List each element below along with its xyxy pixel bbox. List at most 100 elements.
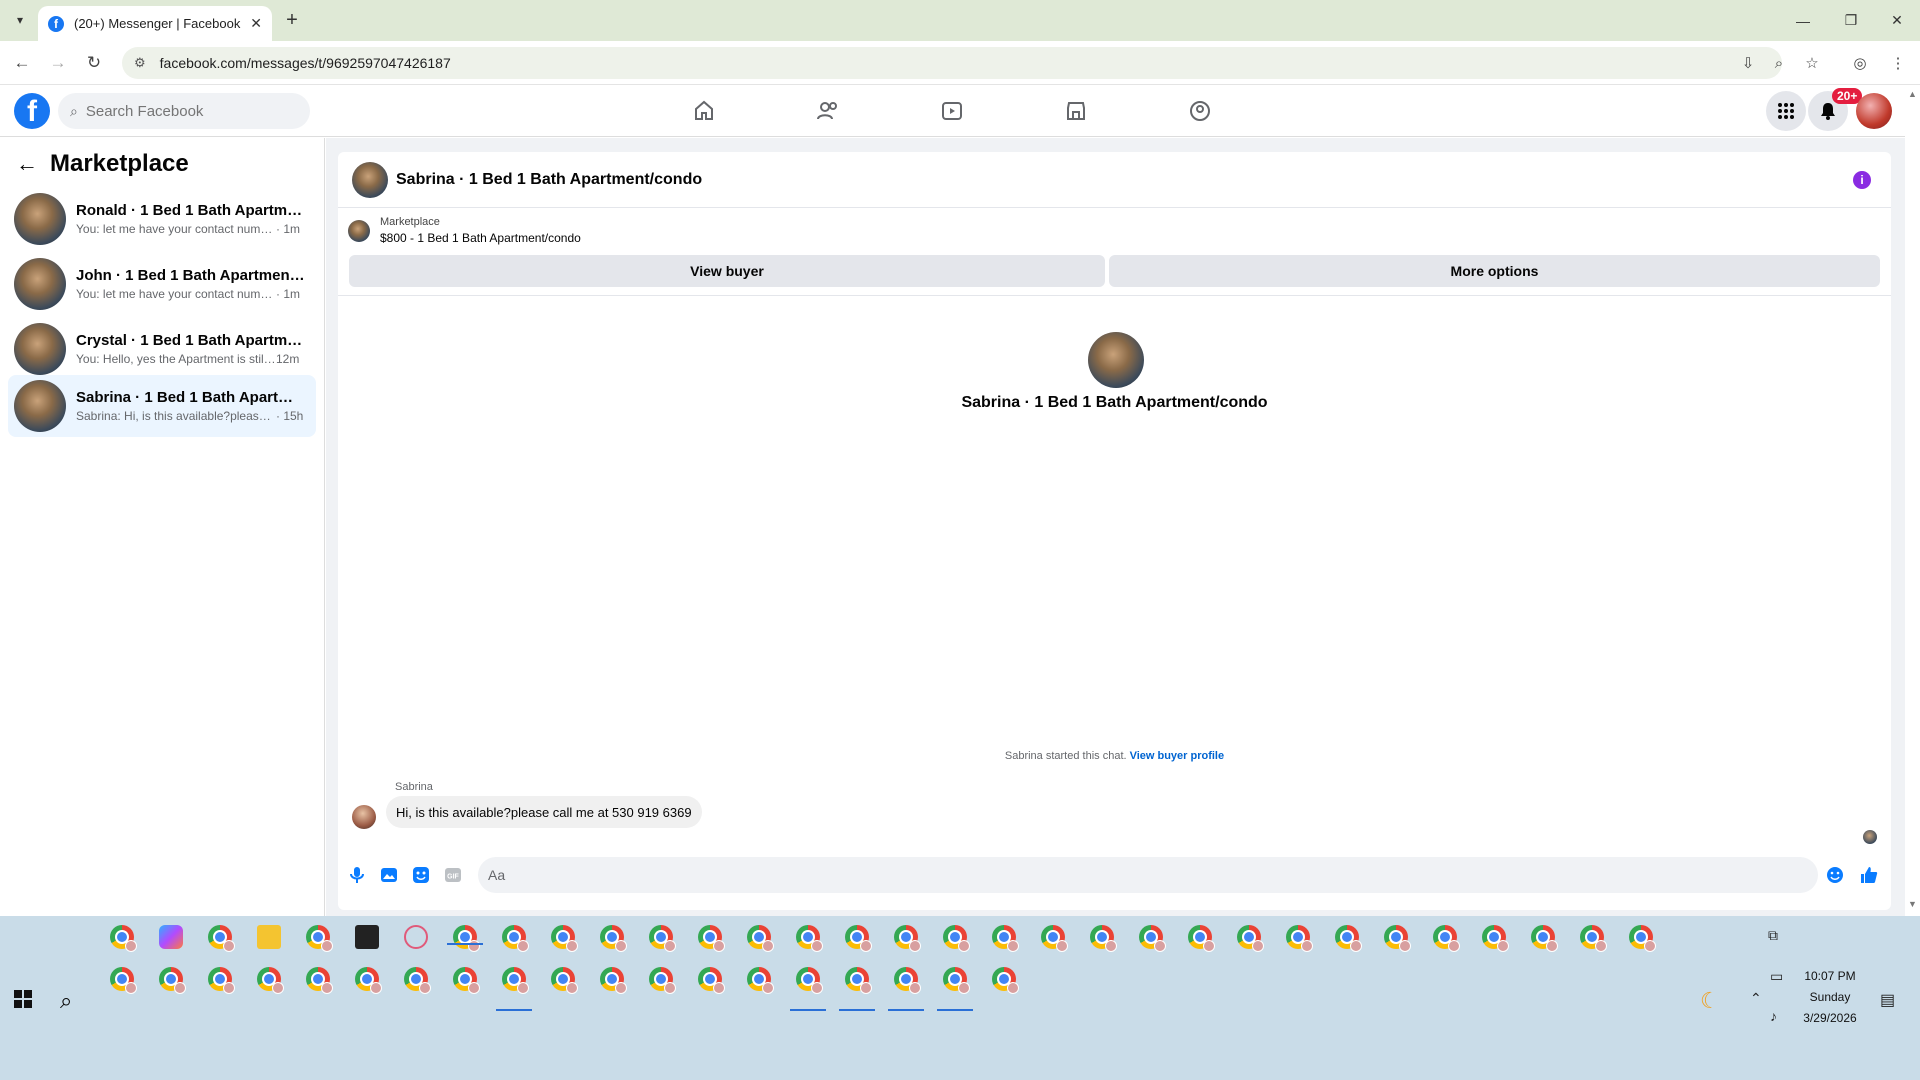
scroll-down-icon[interactable]: ▼	[1908, 899, 1917, 909]
more-options-button[interactable]: More options	[1109, 255, 1880, 287]
chrome-taskbar-icon[interactable]	[1433, 925, 1460, 952]
chrome-taskbar-icon[interactable]	[159, 967, 186, 994]
chrome-taskbar-icon[interactable]	[1237, 925, 1264, 952]
photo-icon[interactable]	[378, 864, 400, 886]
chrome-taskbar-icon[interactable]	[257, 967, 284, 994]
address-bar[interactable]: ⚙ facebook.com/messages/t/96925970474261…	[122, 47, 1782, 79]
chrome-taskbar-icon[interactable]	[747, 967, 774, 994]
tab-search-dropdown-icon[interactable]: ▾	[8, 8, 32, 32]
taskbar-search-icon[interactable]: ⌕	[60, 988, 72, 1014]
chrome-taskbar-icon[interactable]	[208, 925, 235, 952]
chrome-taskbar-icon[interactable]	[796, 925, 823, 952]
chrome-taskbar-icon[interactable]	[1188, 925, 1215, 952]
info-icon[interactable]: i	[1853, 171, 1871, 189]
site-info-icon[interactable]: ⚙	[134, 55, 146, 71]
chrome-taskbar-icon[interactable]	[894, 967, 921, 994]
network-icon[interactable]: ▭	[1770, 968, 1783, 985]
install-app-icon[interactable]: ⇩	[1736, 51, 1760, 75]
chrome-taskbar-icon[interactable]	[1335, 925, 1362, 952]
chrome-taskbar-icon[interactable]	[992, 967, 1019, 994]
friends-icon[interactable]	[808, 91, 848, 131]
chrome-taskbar-icon[interactable]	[551, 925, 578, 952]
emoji-icon[interactable]	[1824, 864, 1846, 886]
chrome-taskbar-icon[interactable]	[1041, 925, 1068, 952]
chrome-taskbar-icon[interactable]	[551, 967, 578, 994]
video-icon[interactable]	[932, 91, 972, 131]
chrome-taskbar-icon[interactable]	[600, 925, 627, 952]
chrome-taskbar-icon[interactable]	[796, 967, 823, 994]
sticker-icon[interactable]	[410, 864, 432, 886]
groups-icon[interactable]	[1180, 91, 1220, 131]
start-menu-icon[interactable]	[14, 990, 32, 1008]
conversation-item-active[interactable]: Sabrina · 1 Bed 1 Bath Apartment/c... Sa…	[8, 375, 316, 437]
account-avatar[interactable]	[1856, 93, 1892, 129]
zoom-icon[interactable]: ⌕	[1767, 51, 1791, 75]
chrome-taskbar-icon[interactable]	[943, 967, 970, 994]
chrome-taskbar-icon[interactable]	[894, 925, 921, 952]
snipping-tool-icon[interactable]	[404, 925, 428, 949]
conversation-item[interactable]: Ronald · 1 Bed 1 Bath Apartment/c... You…	[8, 188, 316, 250]
minimize-icon[interactable]: —	[1780, 0, 1826, 41]
chrome-taskbar-icon[interactable]	[698, 925, 725, 952]
message-input[interactable]	[488, 867, 1768, 883]
gif-icon[interactable]: GIF	[442, 864, 464, 886]
chrome-taskbar-icon[interactable]	[306, 925, 333, 952]
browser-tab-active[interactable]: f (20+) Messenger | Facebook ✕	[38, 6, 272, 41]
chrome-taskbar-icon[interactable]	[453, 925, 480, 952]
microphone-icon[interactable]	[346, 864, 368, 886]
taskbar-clock[interactable]: 10:07 PM Sunday 3/29/2026	[1795, 966, 1865, 1029]
chrome-taskbar-icon[interactable]	[649, 967, 676, 994]
page-scrollbar[interactable]: ▲ ▼	[1905, 85, 1920, 916]
chrome-taskbar-icon[interactable]	[110, 925, 137, 952]
chrome-taskbar-icon[interactable]	[1482, 925, 1509, 952]
close-tab-icon[interactable]: ✕	[250, 15, 262, 32]
copilot-icon[interactable]	[159, 925, 183, 949]
task-view-icon[interactable]: ⧉	[1768, 927, 1778, 944]
profile-icon[interactable]: ◎	[1848, 51, 1872, 75]
chat-header-avatar[interactable]	[352, 161, 388, 198]
chrome-taskbar-icon[interactable]	[845, 967, 872, 994]
conversation-item[interactable]: John · 1 Bed 1 Bath Apartment/con... You…	[8, 253, 316, 315]
chrome-taskbar-icon[interactable]	[110, 967, 137, 994]
file-explorer-icon[interactable]	[257, 925, 281, 949]
chrome-taskbar-icon[interactable]	[502, 967, 529, 994]
chrome-taskbar-icon[interactable]	[845, 925, 872, 952]
menu-grid-icon[interactable]	[1766, 91, 1806, 131]
chrome-taskbar-icon[interactable]	[502, 925, 529, 952]
back-arrow-icon[interactable]: ←	[16, 151, 38, 177]
chrome-taskbar-icon[interactable]	[453, 967, 480, 994]
chrome-taskbar-icon[interactable]	[698, 967, 725, 994]
chrome-taskbar-icon[interactable]	[306, 967, 333, 994]
message-bubble[interactable]: Hi, is this available?please call me at …	[386, 796, 702, 828]
chrome-taskbar-icon[interactable]	[1580, 925, 1607, 952]
browser-menu-icon[interactable]: ⋮	[1886, 51, 1910, 75]
chrome-taskbar-icon[interactable]	[355, 967, 382, 994]
message-input-box[interactable]	[478, 857, 1818, 893]
reload-icon[interactable]: ↻	[82, 51, 106, 75]
conversation-item[interactable]: Crystal · 1 Bed 1 Bath Apartment/c... Yo…	[8, 318, 316, 380]
marketplace-icon[interactable]	[1056, 91, 1096, 131]
chrome-taskbar-icon[interactable]	[208, 967, 235, 994]
sender-avatar[interactable]	[352, 805, 376, 829]
show-hidden-icons-chevron-icon[interactable]: ⌃	[1750, 990, 1762, 1007]
chrome-taskbar-icon[interactable]	[404, 967, 431, 994]
restore-icon[interactable]: ❐	[1828, 0, 1874, 41]
chrome-taskbar-icon[interactable]	[747, 925, 774, 952]
search-input[interactable]	[85, 102, 286, 120]
bookmark-star-icon[interactable]: ☆	[1800, 51, 1824, 75]
chrome-taskbar-icon[interactable]	[943, 925, 970, 952]
view-buyer-profile-link[interactable]: View buyer profile	[1130, 750, 1225, 762]
facebook-logo-icon[interactable]: f	[14, 93, 50, 129]
chrome-taskbar-icon[interactable]	[649, 925, 676, 952]
like-thumbs-up-icon[interactable]	[1858, 864, 1880, 886]
volume-icon[interactable]: ♪	[1770, 1008, 1777, 1024]
new-tab-icon[interactable]: +	[280, 8, 304, 32]
weather-moon-icon[interactable]: ☾	[1700, 988, 1720, 1014]
chrome-taskbar-icon[interactable]	[992, 925, 1019, 952]
chrome-taskbar-icon[interactable]	[1286, 925, 1313, 952]
chat-title[interactable]: Sabrina · 1 Bed 1 Bath Apartment/condo	[396, 171, 702, 189]
back-icon[interactable]: ←	[10, 51, 34, 75]
notification-center-icon[interactable]: ▤	[1880, 990, 1895, 1010]
chrome-taskbar-icon[interactable]	[600, 967, 627, 994]
home-icon[interactable]	[684, 91, 724, 131]
